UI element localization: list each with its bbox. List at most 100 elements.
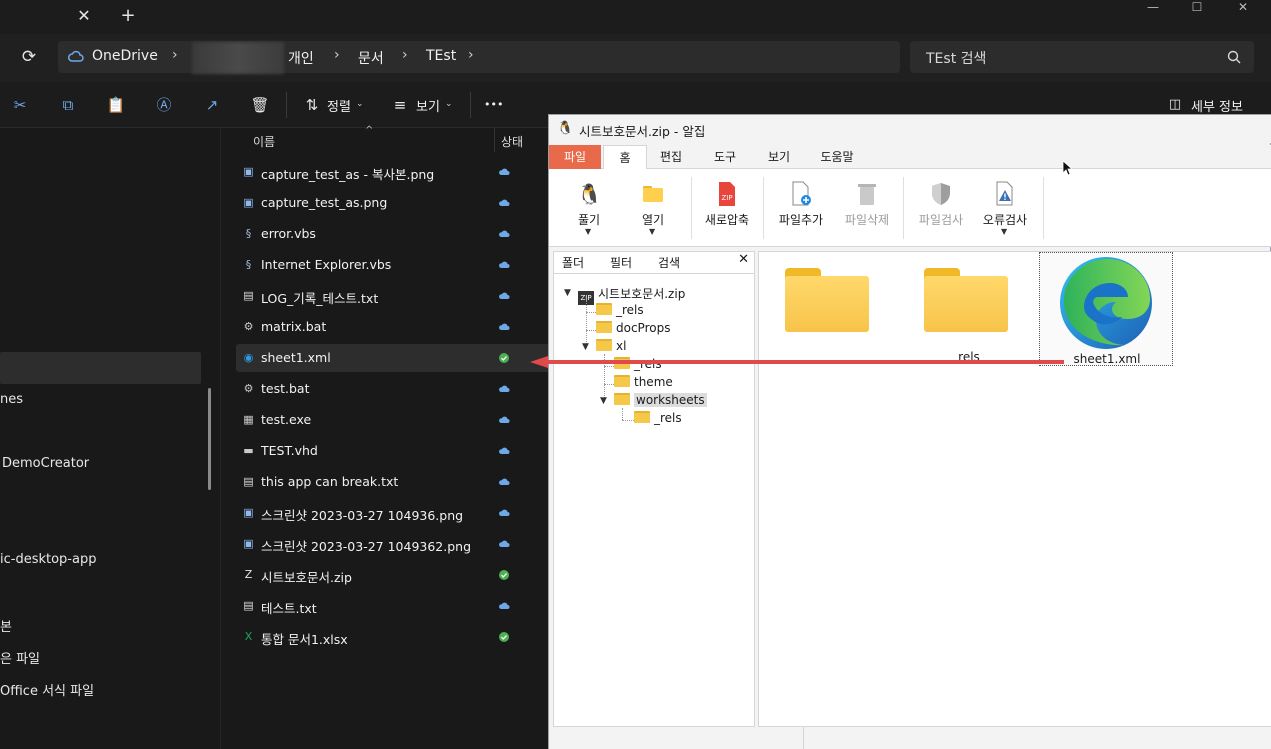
text-file-icon: ▤ [243,475,254,488]
tree-line [622,408,623,420]
file-row[interactable]: ▣ 스크린샷 2023-03-27 104936.png [236,499,554,527]
sort-icon[interactable]: ⇅ [302,95,322,115]
file-row[interactable]: ▦ test.exe [236,406,554,434]
nav-item[interactable]: ic-desktop-app [0,552,96,567]
alzip-title-bar[interactable]: 🐧 시트보호문서.zip - 알집 [549,115,1271,143]
svg-text:ZIP: ZIP [721,194,732,202]
file-row[interactable]: ▣ capture_test_as - 복사본.png [236,158,554,186]
scan-file-button[interactable]: 파일검사 [909,175,973,243]
tree-folder-worksheets-rels[interactable]: _rels [634,411,682,429]
ribbon-divider [903,177,904,239]
folder-item[interactable]: _rels [924,268,1008,364]
open-button[interactable]: 열기 ▼ [621,175,685,243]
breadcrumb-chevron-icon[interactable]: › [402,47,408,63]
file-row[interactable]: ◉ sheet1.xml [236,344,554,372]
tab-folders[interactable]: 폴더 [562,254,584,271]
nav-item[interactable]: Office 서식 파일 [0,680,94,699]
view-button[interactable]: 보기 [416,96,440,115]
paste-icon[interactable]: 📋 [106,95,126,115]
image-file-icon: ▣ [243,537,254,550]
tree-folder-worksheets[interactable]: worksheets [614,393,707,411]
column-divider[interactable] [494,128,495,152]
new-archive-button[interactable]: ZIP 새로압축 [695,175,759,243]
details-pane-icon[interactable]: ◫ [1165,95,1185,115]
image-file-icon: ▣ [243,196,254,209]
chevron-down-icon[interactable]: ▼ [649,227,655,236]
column-header-name[interactable]: 이름 [253,133,275,150]
breadcrumb-chevron-icon[interactable]: › [468,47,474,63]
tab-tools[interactable]: 도구 [703,145,747,169]
breadcrumb-onedrive[interactable]: OneDrive [92,48,158,64]
delete-file-button[interactable]: 파일삭제 [835,175,899,243]
expand-chevron-icon[interactable]: ▼ [582,342,589,352]
nav-item[interactable]: DemoCreator [2,456,89,471]
rename-icon[interactable]: Ⓐ [154,95,174,115]
nav-selected-item[interactable] [0,352,201,384]
tab-home[interactable]: 홈 [603,145,647,170]
error-check-button[interactable]: 오류검사 ▼ [973,175,1037,243]
address-bar[interactable]: OneDrive › 개인 › 문서 › TEst › [58,41,900,74]
view-icon[interactable]: ≡ [390,95,410,115]
breadcrumb-chevron-icon[interactable]: › [172,47,178,63]
chevron-down-icon[interactable]: ▼ [585,227,591,236]
nav-item[interactable]: 은 파일 [0,648,40,667]
view-chevron-down-icon[interactable]: ⌄ [445,99,453,109]
file-row[interactable]: ⚙ matrix.bat [236,313,554,341]
search-box[interactable]: TEst 검색 [910,41,1254,73]
details-button[interactable]: 세부 정보 [1191,96,1243,115]
file-row[interactable]: X 통합 문서1.xlsx [236,623,554,651]
tab-file[interactable]: 파일 [549,145,601,169]
nav-scrollbar[interactable] [208,388,211,490]
file-row[interactable]: ▬ TEST.vhd [236,437,554,465]
expand-chevron-icon[interactable]: ▼ [564,288,571,298]
file-row[interactable]: ▤ 테스트.txt [236,592,554,620]
new-tab-button[interactable]: + [118,6,138,26]
cut-icon[interactable]: ✂ [10,95,30,115]
folder-item[interactable] [785,268,869,332]
minimize-button[interactable]: — [1130,0,1176,16]
breadcrumb-personal[interactable]: 개인 [288,48,314,68]
file-row[interactable]: ⚙ test.bat [236,375,554,403]
tab-edit[interactable]: 편집 [649,145,693,169]
expand-chevron-icon[interactable]: ▼ [600,396,607,406]
add-file-button[interactable]: 파일추가 [769,175,833,243]
refresh-icon[interactable]: ⟳ [18,46,40,68]
file-row[interactable]: § error.vbs [236,220,554,248]
share-icon[interactable]: ↗ [202,95,222,115]
file-row[interactable]: ▤ this app can break.txt [236,468,554,496]
breadcrumb-chevron-icon[interactable]: › [334,47,340,63]
sort-button[interactable]: 정렬 [327,96,351,115]
file-row[interactable]: ▤ LOG_기록_테스트.txt [236,282,554,310]
delete-icon[interactable]: 🗑 [250,95,270,115]
close-window-button[interactable]: ✕ [1220,0,1266,16]
tree-folder-docprops[interactable]: docProps [596,321,670,339]
tab-close-icon[interactable]: ✕ [74,6,94,26]
tab-help[interactable]: 도움말 [811,145,863,169]
extract-button[interactable]: 🐧 풀기 ▼ [557,175,621,243]
chevron-down-icon[interactable]: ▼ [1001,227,1007,236]
tree-folder-theme[interactable]: theme [614,375,673,393]
tab-search[interactable]: 검색 [658,254,680,271]
search-icon[interactable] [1226,49,1242,65]
selected-file-item[interactable]: sheet1.xml [1039,252,1173,366]
breadcrumb-test[interactable]: TEst [426,48,456,64]
breadcrumb-documents[interactable]: 문서 [358,48,384,68]
nav-item[interactable]: 본 [0,616,12,635]
file-name: sheet1.xml [261,350,331,365]
tree-root[interactable]: ZIP 시트보호문서.zip [578,285,685,305]
file-row[interactable]: § Internet Explorer.vbs [236,251,554,279]
file-row[interactable]: Z 시트보호문서.zip [236,561,554,589]
tree-folder-rels[interactable]: _rels [596,303,644,321]
sort-chevron-down-icon[interactable]: ⌄ [356,99,364,109]
search-input[interactable]: TEst 검색 [926,48,986,68]
nav-item[interactable]: nes [0,392,23,407]
tab-view[interactable]: 보기 [757,145,801,169]
file-row[interactable]: ▣ capture_test_as.png [236,189,554,217]
tab-filter[interactable]: 필터 [610,254,632,271]
file-row[interactable]: ▣ 스크린샷 2023-03-27 1049362.png [236,530,554,558]
close-icon[interactable]: ✕ [738,252,749,267]
column-header-status[interactable]: 상태 [501,133,523,150]
copy-icon[interactable]: ⧉ [58,95,78,115]
more-options-button[interactable]: ••• [484,98,503,111]
maximize-button[interactable]: ☐ [1174,0,1220,16]
